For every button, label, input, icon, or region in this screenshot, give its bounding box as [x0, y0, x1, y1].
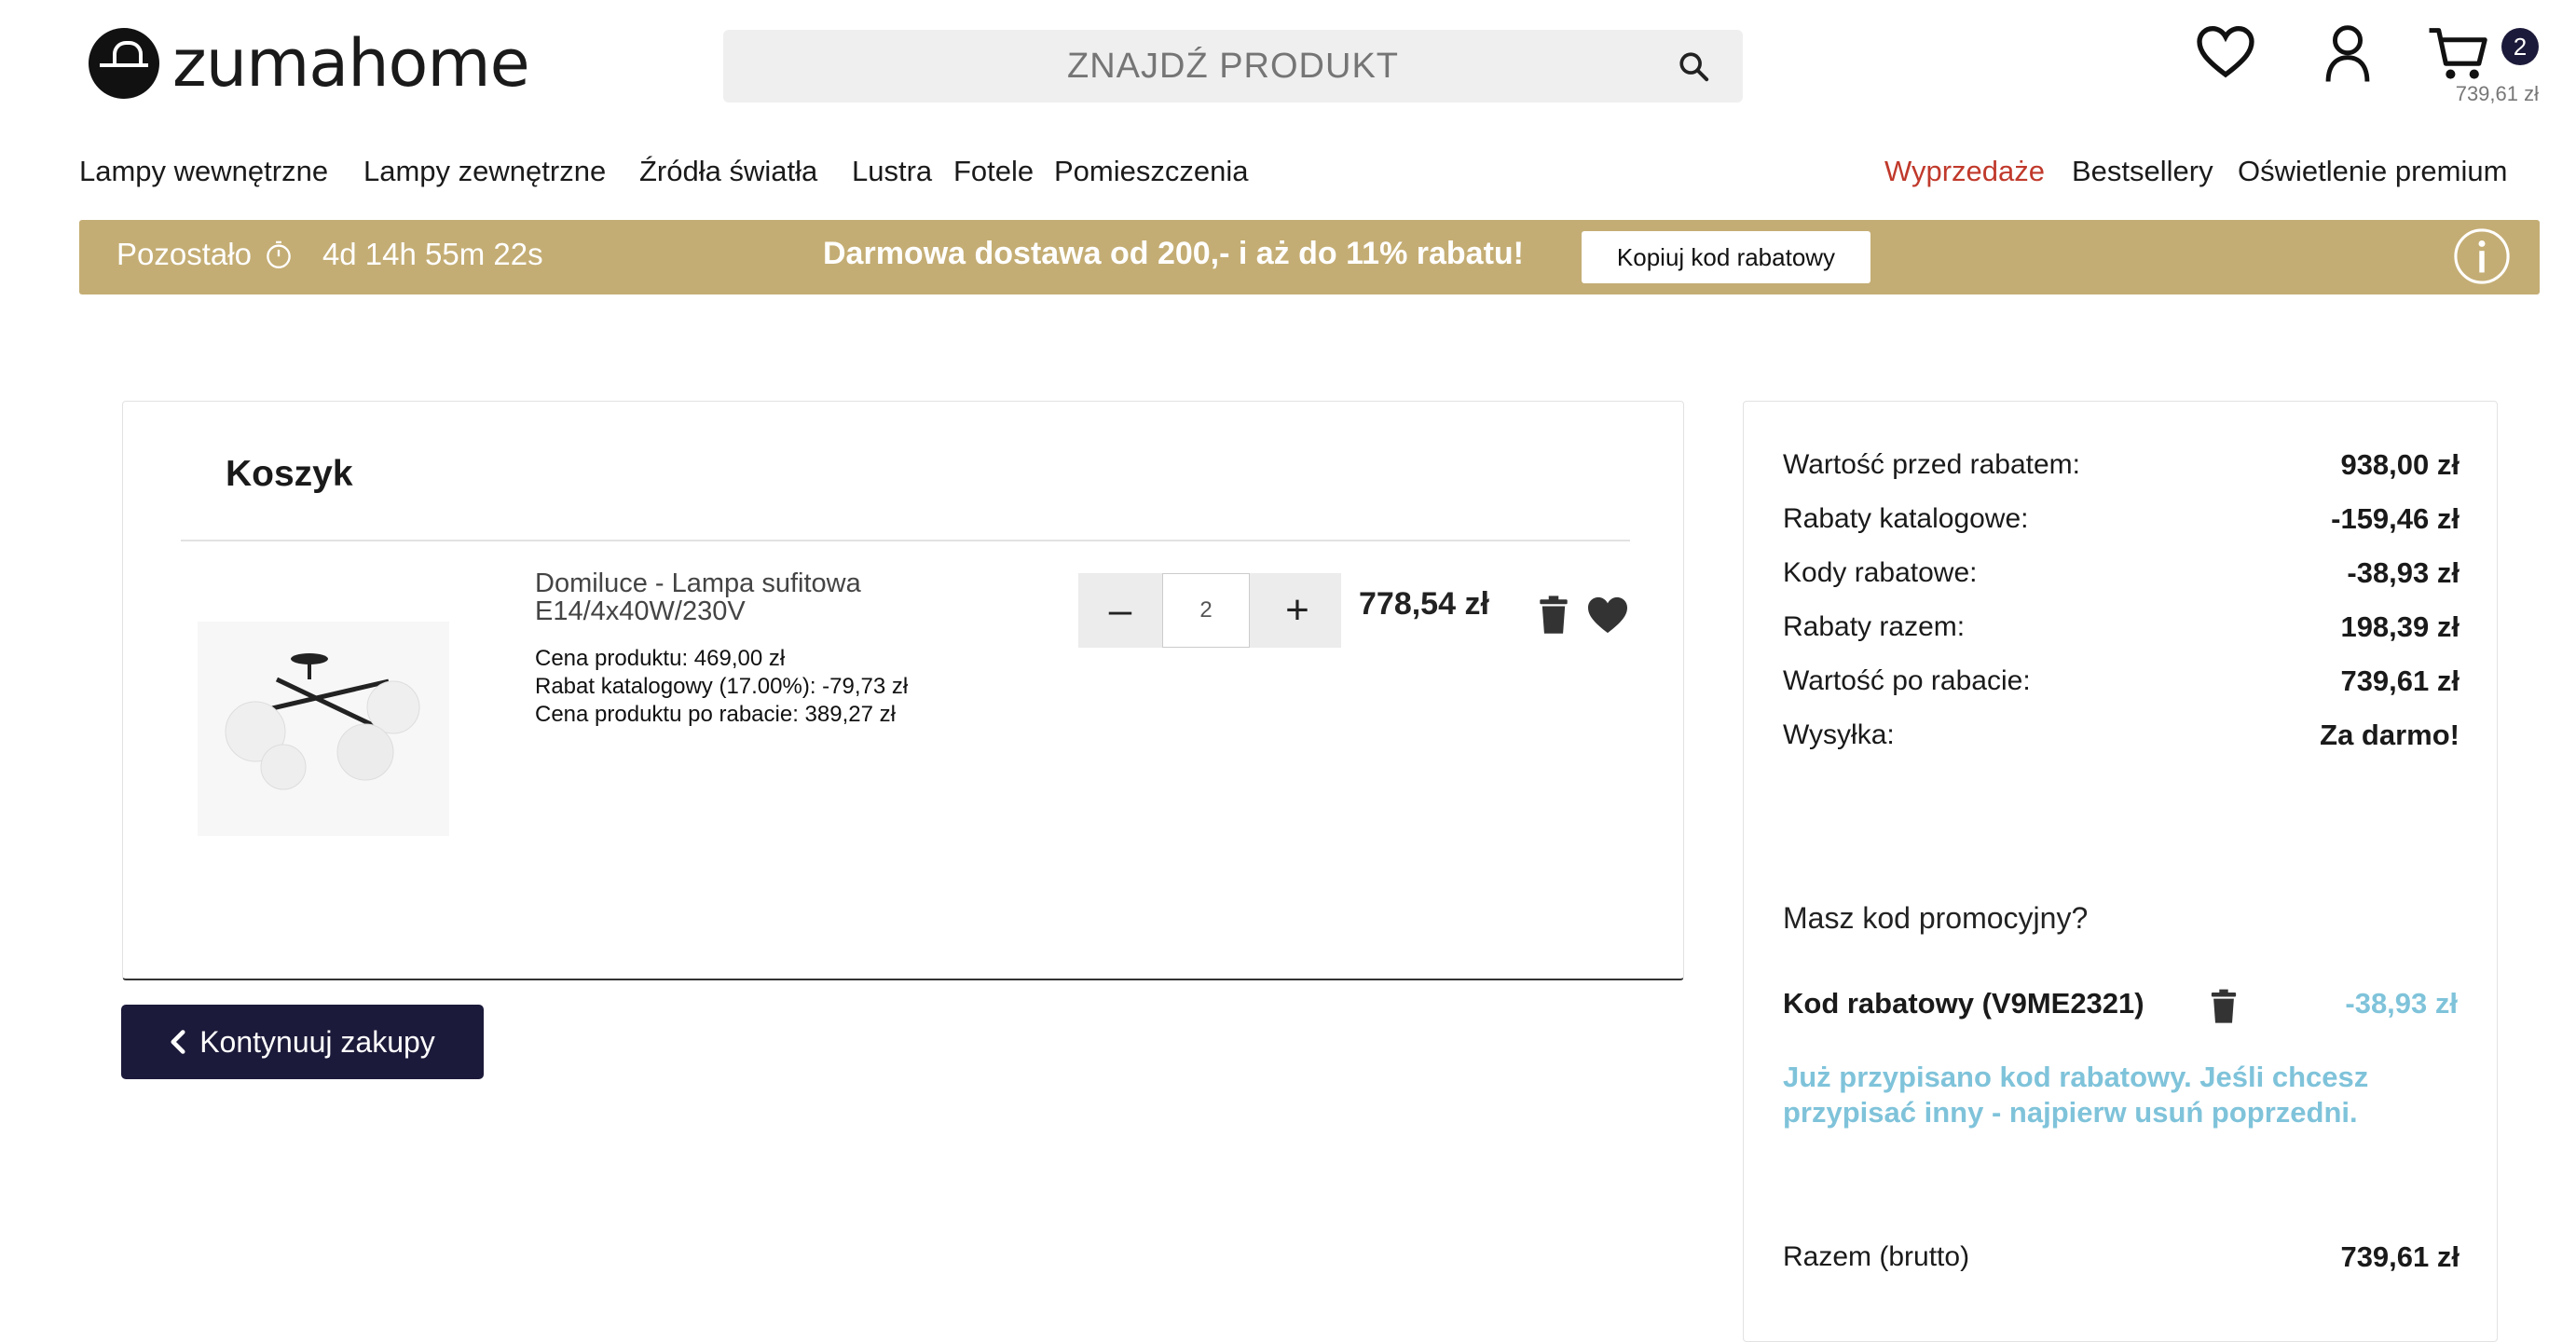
summary-label: Kody rabatowe:: [1783, 557, 1978, 588]
cart-icon[interactable]: [2427, 24, 2488, 84]
summary-value: 938,00 zł: [2340, 448, 2460, 481]
info-icon[interactable]: [2453, 227, 2511, 285]
cart-total-amount: 739,61 zł: [2455, 82, 2539, 105]
continue-shopping-label: Kontynuuj zakupy: [199, 1024, 435, 1059]
search-icon[interactable]: [1678, 50, 1709, 82]
summary-row: Rabaty katalogowe: -159,46 zł: [1783, 502, 2460, 536]
continue-shopping-button[interactable]: Kontynuuj zakupy: [121, 1005, 484, 1079]
line-total: 778,54 zł: [1359, 586, 1489, 622]
applied-code-label: Kod rabatowy (V9ME2321): [1783, 987, 2144, 1020]
promo-remaining-label: Pozostało: [116, 237, 252, 271]
nav-bestsellery[interactable]: Bestsellery: [2072, 155, 2213, 188]
cart-panel: Koszyk Domiluce - Lampa sufitowa E14/4x4…: [122, 401, 1684, 980]
promo-countdown: Pozostało 4d 14h 55m 22s: [116, 237, 543, 272]
copy-discount-code-button[interactable]: Kopiuj kod rabatowy: [1582, 231, 1870, 283]
total-value: 739,61 zł: [2340, 1240, 2460, 1273]
product-image[interactable]: [198, 622, 449, 836]
nav-lampy-zewnetrzne[interactable]: Lampy zewnętrzne: [363, 155, 606, 188]
nav-oswietlenie-premium[interactable]: Oświetlenie premium: [2238, 155, 2507, 188]
promo-message: Darmowa dostawa od 200,- i aż do 11% rab…: [823, 236, 1524, 271]
total-label: Razem (brutto): [1783, 1241, 1970, 1272]
nav-lustra[interactable]: Lustra: [852, 155, 932, 188]
cart-title: Koszyk: [226, 454, 353, 494]
user-account-icon[interactable]: [2324, 24, 2371, 84]
summary-row: Wartość przed rabatem: 938,00 zł: [1783, 448, 2460, 482]
quantity-input[interactable]: [1162, 573, 1250, 648]
increase-quantity-button[interactable]: +: [1255, 573, 1339, 648]
wishlist-heart-icon[interactable]: [2196, 24, 2255, 80]
quantity-stepper: – +: [1078, 573, 1341, 648]
search-input[interactable]: [849, 45, 1617, 88]
summary-label: Wysyłka:: [1783, 719, 1895, 750]
remove-code-trash-icon[interactable]: [2210, 989, 2238, 1024]
nav-zrodla-swiatla[interactable]: Źródła światła: [639, 155, 817, 188]
summary-label: Wartość po rabacie:: [1783, 665, 2031, 696]
summary-row: Kody rabatowe: -38,93 zł: [1783, 556, 2460, 590]
product-price-after-discount: Cena produktu po rabacie: 389,27 zł: [535, 702, 896, 727]
summary-value: 739,61 zł: [2340, 664, 2460, 697]
chevron-left-icon: [171, 1030, 185, 1054]
stopwatch-icon: [267, 240, 291, 268]
promo-code-question: Masz kod promocyjny?: [1783, 901, 2089, 935]
promo-banner: Pozostało 4d 14h 55m 22s Darmowa dostawa…: [79, 220, 2540, 294]
applied-code-value: -38,93 zł: [2345, 987, 2458, 1020]
product-catalog-discount: Rabat katalogowy (17.00%): -79,73 zł: [535, 674, 909, 699]
cart-count-badge: 2: [2501, 28, 2539, 65]
product-price: Cena produktu: 469,00 zł: [535, 646, 786, 671]
summary-row: Wartość po rabacie: 739,61 zł: [1783, 664, 2460, 698]
summary-label: Rabaty katalogowe:: [1783, 503, 2029, 534]
summary-label: Wartość przed rabatem:: [1783, 449, 2080, 480]
logo-text: zumahome: [172, 25, 530, 102]
nav-pomieszczenia[interactable]: Pomieszczenia: [1054, 155, 1248, 188]
decrease-quantity-button[interactable]: –: [1078, 573, 1162, 648]
cart-divider: [181, 540, 1630, 541]
lamp-logo-icon: [89, 28, 159, 99]
nav-fotele[interactable]: Fotele: [953, 155, 1034, 188]
summary-value: -38,93 zł: [2347, 556, 2460, 589]
code-applied-note: Już przypisano kod rabatowy. Jeśli chces…: [1783, 1061, 2369, 1129]
nav-wyprzedaze[interactable]: Wyprzedaże: [1884, 155, 2045, 188]
nav-lampy-wewnetrzne[interactable]: Lampy wewnętrzne: [79, 155, 328, 188]
summary-row: Rabaty razem: 198,39 zł: [1783, 610, 2460, 644]
order-summary-panel: Wartość przed rabatem: 938,00 zł Rabaty …: [1743, 401, 2498, 1342]
promo-timer: 4d 14h 55m 22s: [322, 237, 543, 271]
summary-label: Rabaty razem:: [1783, 611, 1966, 642]
summary-value: -159,46 zł: [2331, 502, 2460, 535]
add-to-wishlist-heart-icon[interactable]: [1586, 596, 1629, 635]
summary-value: 198,39 zł: [2340, 610, 2460, 643]
summary-row-shipping: Wysyłka: Za darmo!: [1783, 719, 2460, 752]
search-bar[interactable]: [723, 30, 1743, 103]
trash-icon[interactable]: [1538, 596, 1569, 635]
summary-value: Za darmo!: [2320, 719, 2460, 751]
logo[interactable]: zumahome: [89, 25, 530, 102]
summary-total-row: Razem (brutto) 739,61 zł: [1783, 1240, 2460, 1274]
product-name[interactable]: Domiluce - Lampa sufitowa E14/4x40W/230V: [535, 569, 964, 625]
